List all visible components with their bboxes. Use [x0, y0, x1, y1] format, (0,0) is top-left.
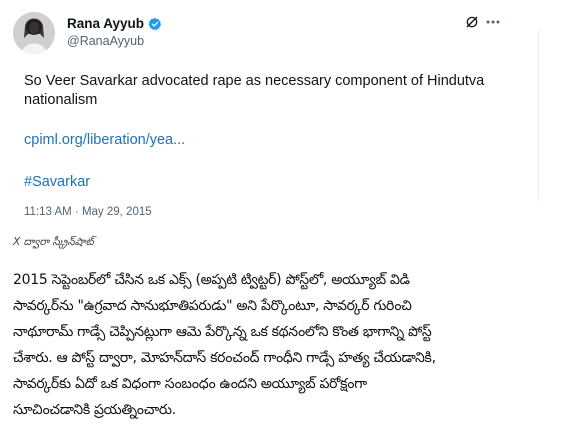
- article-line: సావర్కర్‌కు ఏదో ఒక విధంగా సంబంధం ఉందని అ…: [13, 376, 367, 392]
- article-line: సూచించడానికి ప్రయత్నించారు.: [13, 402, 176, 418]
- display-name[interactable]: Rana Ayyub: [67, 16, 144, 31]
- x-logo-icon[interactable]: [465, 14, 479, 28]
- embed-edge: [538, 26, 548, 204]
- tweet-embed: Rana Ayyub @RanaAyyub So Veer Savarkar a…: [0, 0, 588, 226]
- article-line: చేశారు. ఆ పోస్ట్ ద్వారా, మోహన్‌దాస్ కరంచ…: [13, 350, 436, 366]
- tweet-text-line: nationalism: [24, 92, 98, 108]
- tweet-text: So Veer Savarkar advocated rape as neces…: [24, 72, 519, 110]
- article-paragraph: 2015 సెప్టెంబర్‌లో చేసిన ఒక ఎక్స్ (అప్పట…: [13, 267, 578, 423]
- author-row[interactable]: Rana Ayyub: [67, 14, 162, 32]
- more-options-icon[interactable]: [485, 14, 501, 28]
- avatar[interactable]: [13, 12, 55, 54]
- verified-badge-icon: [148, 16, 162, 31]
- image-caption: X ద్వారా స్క్రీన్‌షాట్: [13, 236, 94, 248]
- tweet-text-line: So Veer Savarkar advocated rape as neces…: [24, 73, 485, 89]
- article-line: సావర్కర్‌ను "ఉగ్రవాద సానుభూతిపరుడు" అని …: [13, 298, 412, 314]
- author-handle[interactable]: @RanaAyyub: [67, 34, 144, 48]
- tweet-link[interactable]: cpiml.org/liberation/yea...: [24, 132, 185, 148]
- article-line: నాథూరామ్ గాడ్సే చెప్పినట్లుగా ఆమె పేర్కొ…: [13, 324, 432, 340]
- tweet-timestamp[interactable]: 11:13 AM · May 29, 2015: [24, 206, 152, 218]
- tweet-hashtag[interactable]: #Savarkar: [24, 174, 90, 190]
- article-line: 2015 సెప్టెంబర్‌లో చేసిన ఒక ఎక్స్ (అప్పట…: [13, 272, 410, 288]
